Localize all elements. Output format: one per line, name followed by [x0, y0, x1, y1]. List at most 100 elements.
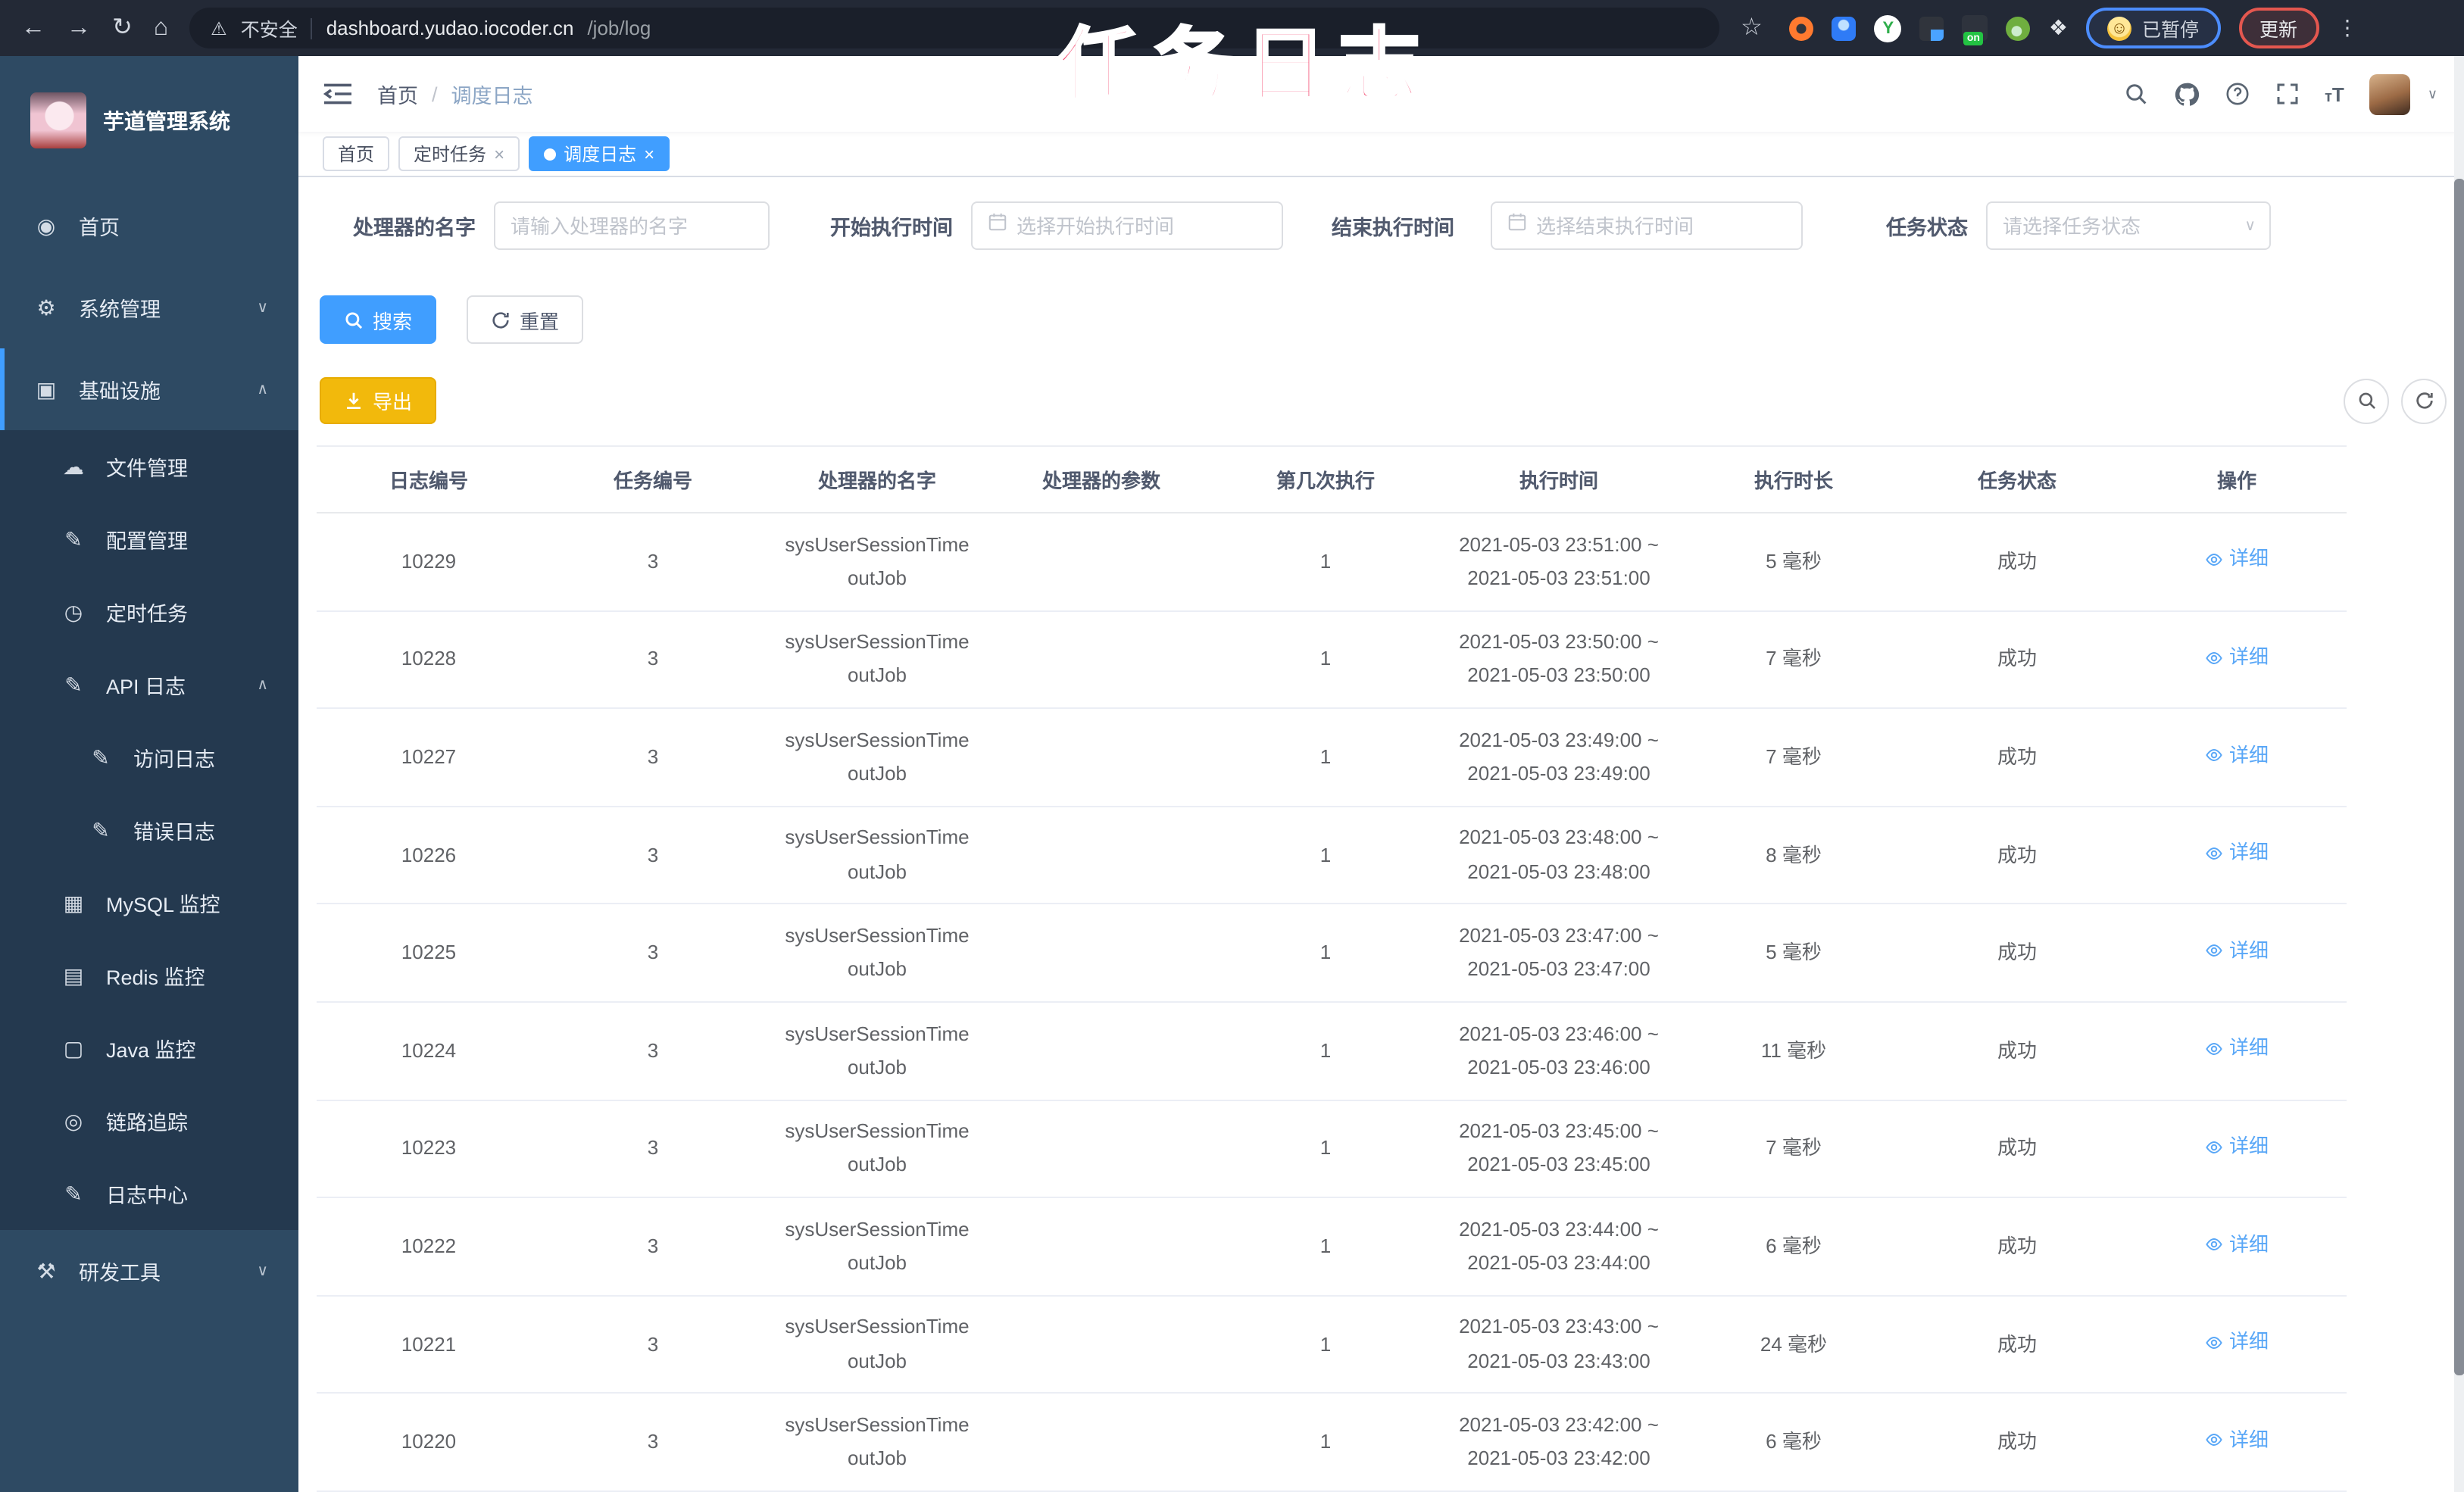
- sidebar-item[interactable]: ◷ 定时任务: [0, 576, 298, 648]
- table-body: 10229 3 sysUserSessionTimeoutJob 1 2021-…: [317, 513, 2347, 1492]
- detail-link[interactable]: 详细: [2205, 1325, 2269, 1359]
- cell-duration: 8 毫秒: [1680, 806, 1907, 905]
- detail-link[interactable]: 详细: [2205, 1032, 2269, 1066]
- cell-status: 成功: [1907, 610, 2127, 710]
- extension-y-icon[interactable]: Y: [1874, 14, 1902, 42]
- sidebar-item[interactable]: ✎ API 日志 ∧: [0, 648, 298, 721]
- detail-link[interactable]: 详细: [2205, 738, 2269, 772]
- sidebar-item[interactable]: ⚙ 系统管理 ∨: [0, 267, 298, 348]
- profile-paused-chip[interactable]: ☺ 已暂停: [2085, 8, 2220, 48]
- sidebar-item[interactable]: ✎ 访问日志: [0, 721, 298, 794]
- search-button[interactable]: 搜索: [320, 295, 437, 344]
- sidebar-menu: ◉ 首页 ⚙ 系统管理 ∨ ▣ 基础设施 ∧ ☁ 文件管理 ✎ 配置管理 ◷ 定…: [0, 185, 298, 1312]
- eye-icon: [2206, 554, 2223, 566]
- page-tab[interactable]: 定时任务 ×: [398, 136, 520, 171]
- cell-log-id: 10225: [317, 904, 541, 1003]
- eye-icon: [2206, 1434, 2223, 1447]
- sidebar-item[interactable]: ▢ Java 监控: [0, 1012, 298, 1085]
- sidebar: 芋道管理系统 ◉ 首页 ⚙ 系统管理 ∨ ▣ 基础设施 ∧ ☁ 文件管理 ✎ 配…: [0, 56, 298, 1492]
- error-log-icon: ✎: [92, 817, 110, 841]
- filter-input[interactable]: [1007, 203, 1282, 248]
- sidebar-item[interactable]: ▦ MySQL 监控: [0, 866, 298, 939]
- extension-on-icon[interactable]: on: [1962, 15, 1988, 45]
- cell-duration: 6 毫秒: [1680, 1393, 1907, 1492]
- detail-link[interactable]: 详细: [2205, 641, 2269, 674]
- page-tab[interactable]: 调度日志 ×: [529, 136, 670, 171]
- config-edit-icon: ✎: [64, 526, 83, 551]
- browser-home-icon[interactable]: ⌂: [154, 15, 168, 40]
- breadcrumb-home[interactable]: 首页: [377, 79, 418, 109]
- cell-duration: 5 毫秒: [1680, 904, 1907, 1003]
- detail-link[interactable]: 详细: [2205, 543, 2269, 576]
- detail-link[interactable]: 详细: [2205, 1228, 2269, 1261]
- github-icon[interactable]: [2173, 81, 2199, 107]
- cell-handler: sysUserSessionTimeoutJob: [765, 1197, 989, 1297]
- extension-squares-icon[interactable]: [1919, 16, 1944, 40]
- scrollbar-thumb[interactable]: [2454, 179, 2464, 1375]
- bookmark-star-icon[interactable]: ☆: [1741, 15, 1763, 40]
- redis-monitor-icon: ▤: [63, 963, 84, 987]
- sidebar-item-label: 系统管理: [79, 298, 161, 321]
- sidebar-toggle-icon[interactable]: [323, 82, 353, 106]
- cell-duration: 7 毫秒: [1680, 708, 1907, 807]
- sidebar-item[interactable]: ☁ 文件管理: [0, 430, 298, 503]
- extension-orange-icon[interactable]: [1789, 16, 1814, 40]
- browser-forward-icon[interactable]: →: [67, 15, 91, 40]
- detail-link[interactable]: 详细: [2205, 1130, 2269, 1163]
- cell-param: [989, 806, 1213, 905]
- cell-action: 详细: [2127, 1295, 2347, 1394]
- filter-group: 任务状态 ∨: [1886, 201, 2271, 250]
- browser-back-icon[interactable]: ←: [21, 15, 45, 40]
- extensions-puzzle-icon[interactable]: ❖: [2049, 15, 2068, 41]
- font-size-icon[interactable]: тT: [2325, 83, 2344, 105]
- app-logo-row[interactable]: 芋道管理系统: [0, 56, 298, 185]
- reset-button[interactable]: 重置: [467, 295, 584, 344]
- screen: ← → ↻ ⌂ ⚠ 不安全 dashboard.yudao.iocoder.cn…: [0, 0, 2464, 1492]
- address-bar[interactable]: ⚠ 不安全 dashboard.yudao.iocoder.cn/job/log: [189, 8, 1720, 48]
- extension-plant-icon[interactable]: [2006, 16, 2031, 40]
- toggle-search-button[interactable]: [2344, 378, 2389, 423]
- infrastructure-icon: ▣: [36, 376, 57, 401]
- refresh-table-button[interactable]: [2401, 378, 2447, 423]
- cell-handler: sysUserSessionTimeoutJob: [765, 904, 989, 1003]
- sidebar-item[interactable]: ◎ 链路追踪: [0, 1085, 298, 1157]
- detail-link[interactable]: 详细: [2205, 1424, 2269, 1457]
- header-search-icon[interactable]: [2123, 82, 2147, 106]
- chevron-icon: ∧: [257, 676, 268, 693]
- sidebar-item[interactable]: ◉ 首页: [0, 185, 298, 267]
- extension-gem-icon[interactable]: [1832, 16, 1857, 40]
- avatar-caret-icon[interactable]: ∨: [2428, 86, 2437, 102]
- sidebar-item[interactable]: ▤ Redis 监控: [0, 939, 298, 1012]
- cell-status: 成功: [1907, 513, 2127, 612]
- cell-param: [989, 1100, 1213, 1199]
- cell-status: 成功: [1907, 1001, 2127, 1101]
- cell-job-id: 3: [541, 1100, 765, 1199]
- filter-input[interactable]: [1527, 203, 1801, 248]
- sidebar-item[interactable]: ✎ 日志中心: [0, 1157, 298, 1230]
- browser-update-button[interactable]: 更新: [2238, 8, 2319, 48]
- api-log-icon: ✎: [64, 672, 83, 696]
- sidebar-item[interactable]: ✎ 错误日志: [0, 794, 298, 866]
- help-icon[interactable]: [2225, 82, 2249, 106]
- tab-close-icon[interactable]: ×: [494, 145, 504, 163]
- sidebar-item-label: 链路追踪: [106, 1112, 188, 1135]
- sidebar-item[interactable]: ✎ 配置管理: [0, 503, 298, 576]
- page-tab[interactable]: 首页: [323, 136, 390, 171]
- browser-reload-icon[interactable]: ↻: [112, 15, 133, 40]
- tab-close-icon[interactable]: ×: [644, 145, 654, 163]
- detail-link[interactable]: 详细: [2205, 837, 2269, 870]
- browser-menu-icon[interactable]: ⋮: [2337, 15, 2358, 41]
- sidebar-item[interactable]: ▣ 基础设施 ∧: [0, 348, 298, 430]
- detail-link[interactable]: 详细: [2205, 935, 2269, 968]
- export-button[interactable]: 导出: [320, 377, 437, 424]
- page-scrollbar[interactable]: [2454, 0, 2464, 1492]
- filter-input[interactable]: [1988, 203, 2269, 248]
- table-column-header: 执行时间: [1438, 445, 1680, 513]
- url-path: /job/log: [587, 17, 651, 39]
- filter-input[interactable]: [495, 203, 768, 248]
- table-column-header: 处理器的参数: [989, 445, 1213, 513]
- sidebar-item[interactable]: ⚒ 研发工具 ∨: [0, 1230, 298, 1312]
- fullscreen-icon[interactable]: [2275, 82, 2299, 106]
- user-avatar[interactable]: [2369, 73, 2411, 114]
- chevron-icon: ∧: [257, 381, 268, 398]
